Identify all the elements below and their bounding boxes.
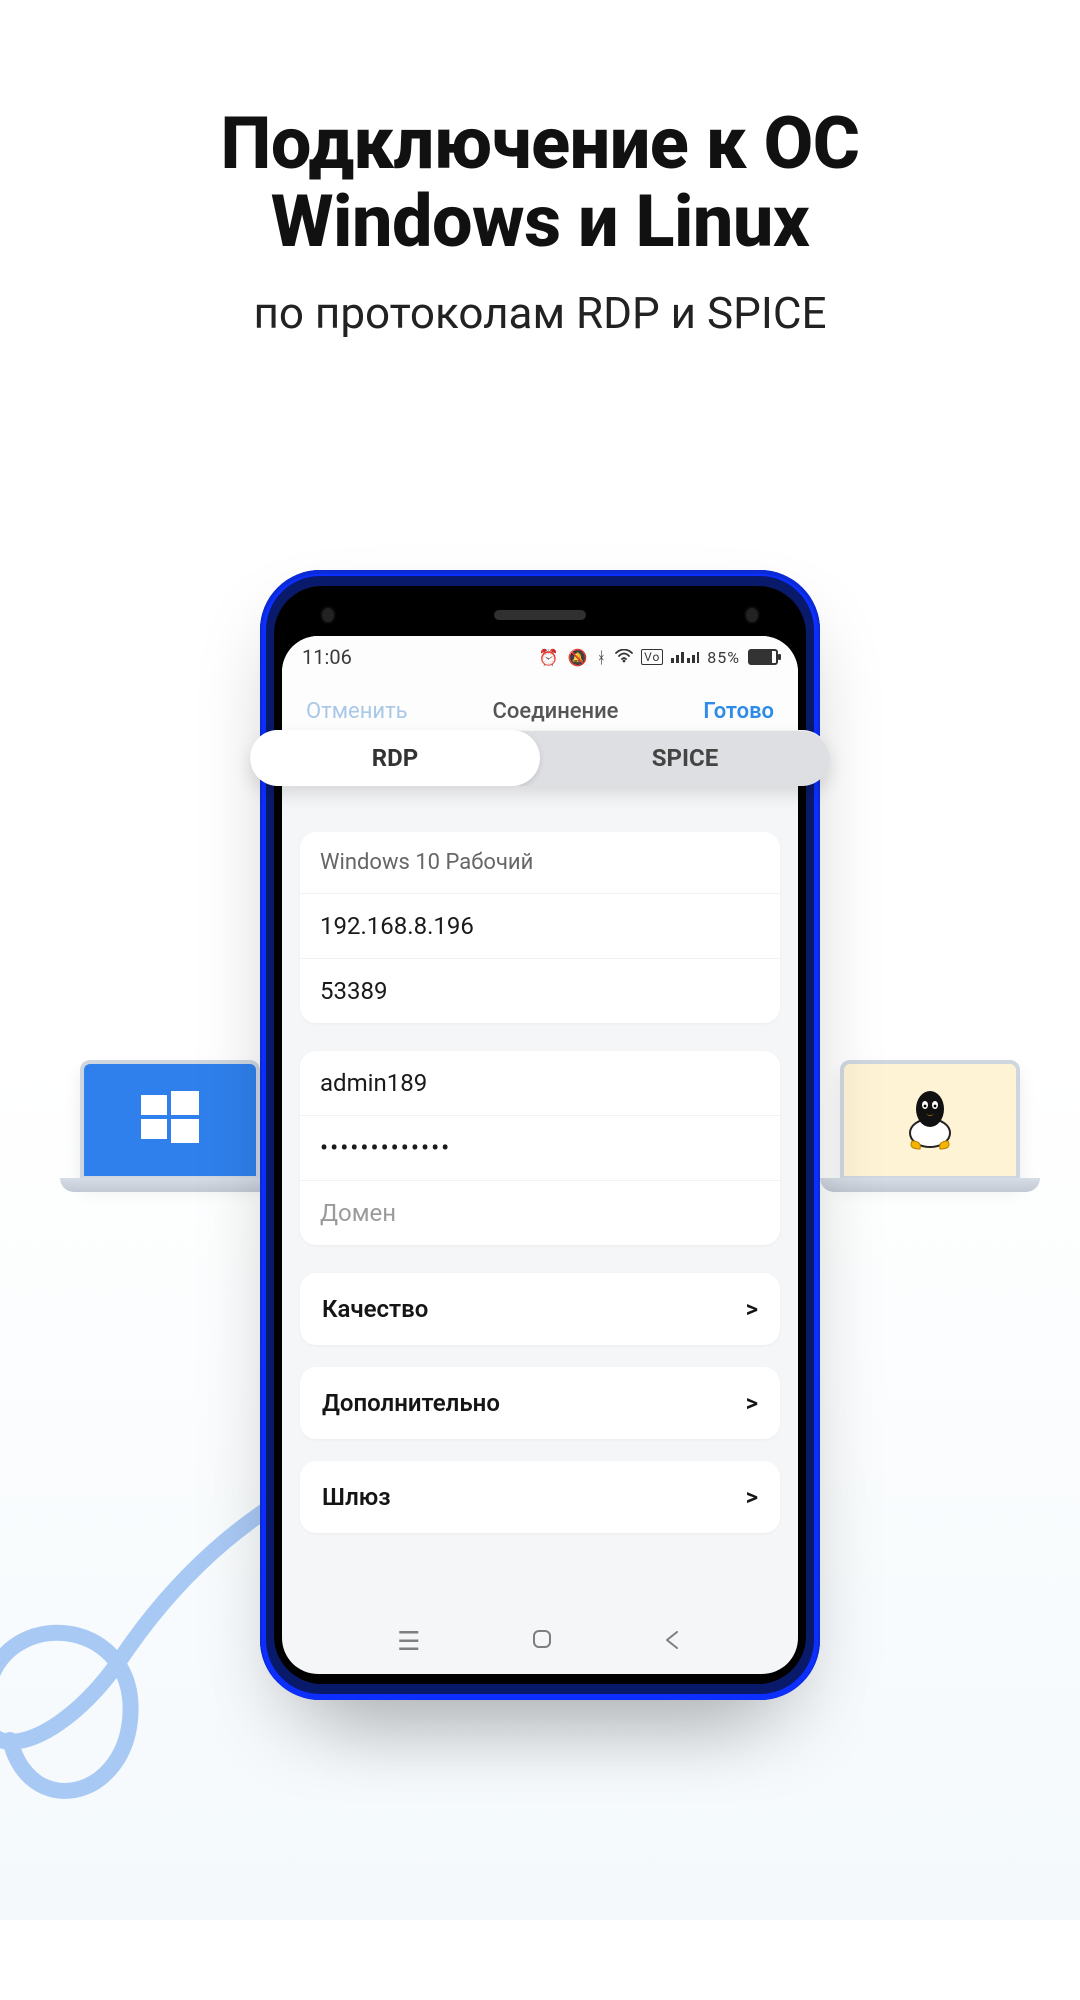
windows-icon (135, 1083, 205, 1157)
gateway-button[interactable]: Шлюз > (300, 1461, 780, 1533)
home-button[interactable] (531, 1627, 553, 1657)
bluetooth-icon: ᚼ (596, 648, 607, 667)
wifi-icon (615, 648, 633, 667)
domain-field[interactable]: Домен (300, 1181, 780, 1245)
tab-rdp[interactable]: RDP (250, 730, 540, 786)
chevron-right-icon: > (746, 1483, 758, 1511)
volte-icon: Vo (641, 649, 663, 665)
quality-label: Качество (322, 1295, 428, 1323)
status-time: 11:06 (302, 645, 352, 669)
promo-title: Подключение к ОС Windows и Linux (0, 105, 1080, 261)
host-field[interactable]: 192.168.8.196 (300, 894, 780, 959)
recent-apps-button[interactable]: ☰ (397, 1627, 420, 1657)
credentials-card: admin189 ••••••••••••• Домен (300, 1051, 780, 1245)
back-button[interactable] (663, 1627, 683, 1657)
alarm-icon: ⏰ (539, 648, 560, 667)
port-field[interactable]: 53389 (300, 959, 780, 1023)
promo-subtitle: по протоколам RDP и SPICE (0, 287, 1080, 339)
android-navigation-bar: ☰ (282, 1610, 798, 1674)
advanced-label: Дополнительно (322, 1389, 500, 1417)
linux-tux-icon (900, 1083, 960, 1157)
cancel-button[interactable]: Отменить (306, 699, 408, 724)
linux-laptop-illustration (820, 1060, 1040, 1230)
username-field[interactable]: admin189 (300, 1051, 780, 1116)
chevron-right-icon: > (746, 1295, 758, 1323)
connection-name-field[interactable]: Windows 10 Рабочий (300, 832, 780, 894)
quality-button[interactable]: Качество > (300, 1273, 780, 1345)
windows-laptop-illustration (60, 1060, 280, 1230)
done-button[interactable]: Готово (703, 699, 774, 724)
gateway-label: Шлюз (322, 1483, 391, 1511)
tab-spice[interactable]: SPICE (540, 730, 830, 786)
dnd-icon: 🔕 (568, 648, 589, 667)
signal-icon (671, 648, 699, 667)
protocol-segmented-control: RDP SPICE (250, 730, 830, 786)
status-bar: 11:06 ⏰ 🔕 ᚼ Vo (282, 636, 798, 678)
chevron-right-icon: > (746, 1389, 758, 1417)
screen-title: Соединение (492, 699, 618, 724)
advanced-button[interactable]: Дополнительно > (300, 1367, 780, 1439)
connection-settings-card: Windows 10 Рабочий 192.168.8.196 53389 (300, 832, 780, 1023)
battery-icon (748, 649, 778, 665)
password-field[interactable]: ••••••••••••• (300, 1116, 780, 1181)
battery-percent: 85% (707, 648, 740, 667)
